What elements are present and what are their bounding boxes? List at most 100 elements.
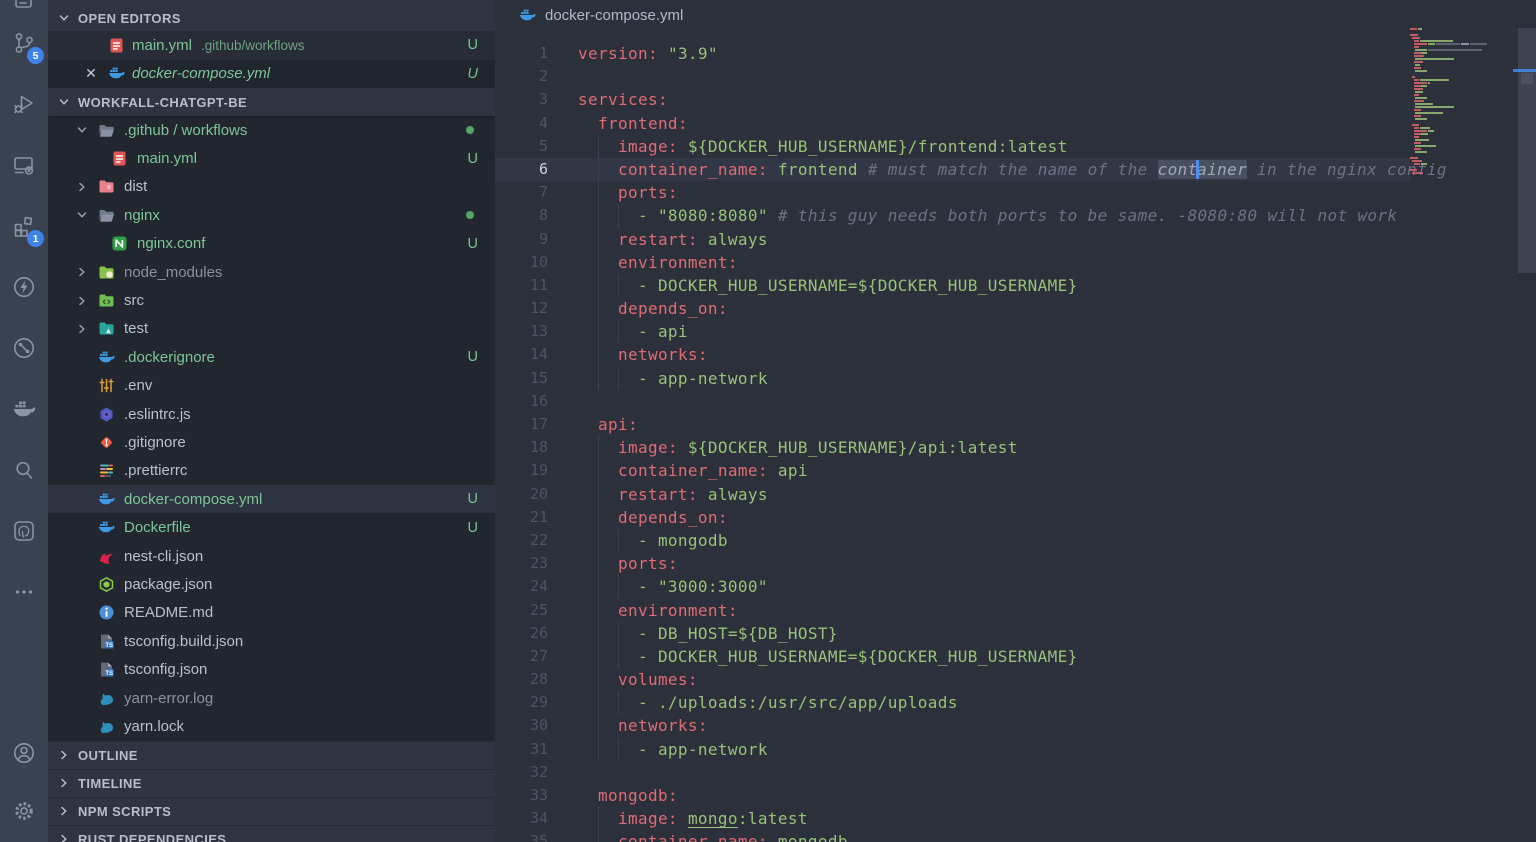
docker-icon — [98, 519, 115, 536]
scrollbar[interactable] — [1518, 0, 1536, 842]
code-line[interactable]: 12 depends_on: — [495, 297, 1536, 321]
git-graph-icon[interactable] — [0, 317, 48, 378]
tree-row-main-yml[interactable]: main.yml U — [48, 144, 495, 172]
code-line[interactable]: 10 environment: — [495, 250, 1536, 274]
code-line[interactable]: 2 — [495, 65, 1536, 88]
run-and-debug-icon[interactable] — [0, 73, 48, 134]
more-icon[interactable] — [0, 561, 48, 622]
tree-item-label: src — [124, 292, 144, 310]
code-line[interactable]: 11 - DOCKER_HUB_USERNAME=${DOCKER_HUB_US… — [495, 273, 1536, 298]
search-icon[interactable] — [0, 439, 48, 500]
code-line[interactable]: 14 networks: — [495, 343, 1536, 367]
code-line[interactable]: 17 api: — [495, 413, 1536, 436]
docker-icon — [519, 7, 536, 24]
code-line[interactable]: 23 ports: — [495, 552, 1536, 576]
code-line[interactable]: 3 services: — [495, 88, 1536, 111]
line-number: 19 — [529, 461, 548, 480]
code-line[interactable]: 8 - "8080:8080" # this guy needs both po… — [495, 204, 1536, 228]
open-editors-header[interactable]: OPEN EDITORS — [48, 5, 495, 31]
code-line[interactable]: 16 — [495, 390, 1536, 413]
accounts-icon[interactable] — [0, 724, 48, 782]
extensions-icon[interactable]: 1 — [0, 195, 48, 256]
code-line[interactable]: 28 volumes: — [495, 668, 1536, 692]
code-line[interactable]: 18 image: ${DOCKER_HUB_USERNAME}/api:lat… — [495, 436, 1536, 460]
tree-row-package-json[interactable]: package.json — [48, 570, 495, 598]
prettier-icon — [98, 462, 115, 479]
docker-icon — [108, 65, 125, 82]
code-line[interactable]: 6 container_name: frontend # must match … — [495, 157, 1447, 182]
section-rust-dependencies[interactable]: RUST DEPENDENCIES — [48, 824, 495, 842]
tree-row-tsconfig-json[interactable]: TS tsconfig.json — [48, 655, 495, 683]
tree-item-label: yarn.lock — [124, 717, 185, 735]
section-outline[interactable]: OUTLINE — [48, 740, 495, 769]
close-icon[interactable]: ✕ — [82, 65, 100, 83]
explorer-icon[interactable] — [0, 0, 48, 12]
editor-breadcrumb[interactable]: docker-compose.yml — [495, 0, 1536, 30]
open-editor-row[interactable]: ✕ docker-compose.yml U — [48, 59, 495, 88]
code-line[interactable]: 26 - DB_HOST=${DB_HOST} — [495, 621, 1536, 645]
code-line[interactable]: 9 restart: always — [495, 227, 1536, 251]
tree-row--github-workflows[interactable]: .github / workflows — [48, 116, 495, 144]
code-line[interactable]: 20 restart: always — [495, 482, 1536, 506]
remote-explorer-icon[interactable] — [0, 134, 48, 195]
tree-row-nginx[interactable]: nginx — [48, 201, 495, 229]
code-line[interactable]: 30 networks: — [495, 714, 1536, 738]
source-control-icon[interactable]: 5 — [0, 12, 48, 73]
tree-item-label: yarn-error.log — [124, 689, 214, 707]
code-line[interactable]: 22 - mongodb — [495, 528, 1536, 553]
tree-row-readme-md[interactable]: README.md — [48, 599, 495, 627]
code-line[interactable]: 5 image: ${DOCKER_HUB_USERNAME}/frontend… — [495, 134, 1536, 158]
scrollbar-thumb[interactable] — [1518, 28, 1536, 273]
settings-icon[interactable] — [0, 782, 48, 840]
tree-row--eslintrc-js[interactable]: .eslintrc.js — [48, 400, 495, 428]
row-right: U — [468, 491, 478, 507]
tree-row-yarn-error-log[interactable]: yarn-error.log — [48, 684, 495, 712]
modified-dot — [466, 126, 474, 135]
code-line[interactable]: 27 - DOCKER_HUB_USERNAME=${DOCKER_HUB_US… — [495, 644, 1536, 669]
scrollbar-grip[interactable] — [1521, 73, 1533, 84]
code-line[interactable]: 34 image: mongo:latest — [495, 807, 1536, 831]
tree-row-test[interactable]: test — [48, 315, 495, 343]
code-area[interactable]: 1 version: "3.9" 2 3 services: 4 frontend: 5 i… — [495, 30, 1536, 842]
code-line[interactable]: 31 - app-network — [495, 737, 1536, 761]
code-line[interactable]: 33 mongodb: — [495, 784, 1536, 807]
tree-row--prettierrc[interactable]: .prettierrc — [48, 457, 495, 485]
tree-row-nest-cli-json[interactable]: nest-cli.json — [48, 542, 495, 570]
vscode-window: 5 1 OPEN EDITORS main.yml .github/workflow… — [0, 0, 1536, 842]
tree-row--gitignore[interactable]: .gitignore — [48, 428, 495, 456]
tree-row-dist[interactable]: dist — [48, 173, 495, 201]
tree-row-node-modules[interactable]: node_modules — [48, 258, 495, 286]
code-line[interactable]: 1 version: "3.9" — [495, 42, 1536, 65]
code-text: - DOCKER_HUB_USERNAME=${DOCKER_HUB_USERN… — [578, 645, 1078, 668]
code-line[interactable]: 25 environment: — [495, 598, 1536, 622]
code-line[interactable]: 32 — [495, 761, 1536, 784]
code-line[interactable]: 19 container_name: api — [495, 459, 1536, 483]
code-token: api: — [578, 415, 638, 434]
thunder-client-icon[interactable] — [0, 256, 48, 317]
docker-icon[interactable] — [0, 378, 48, 439]
section-timeline[interactable]: TIMELINE — [48, 768, 495, 797]
postgres-icon[interactable] — [0, 500, 48, 561]
project-header[interactable]: WORKFALL-CHATGPT-BE — [48, 88, 495, 116]
tree-row--env[interactable]: .env — [48, 372, 495, 400]
code-line[interactable]: 24 - "3000:3000" — [495, 575, 1536, 599]
code-line[interactable]: 4 frontend: — [495, 112, 1536, 135]
open-editor-row[interactable]: main.yml .github/workflows U — [48, 31, 495, 60]
code-token: - DOCKER_HUB_USERNAME=${DOCKER_HUB_USERN… — [578, 646, 1078, 666]
code-line[interactable]: 15 - app-network — [495, 366, 1536, 390]
code-line[interactable]: 7 ports: — [495, 181, 1536, 205]
code-line[interactable]: 29 - ./uploads:/usr/src/app/uploads — [495, 691, 1536, 715]
tree-row-src[interactable]: src — [48, 286, 495, 314]
code-line[interactable]: 13 - api — [495, 320, 1536, 344]
tree-row--dockerignore[interactable]: .dockerignore U — [48, 343, 495, 371]
tree-row-tsconfig-build-json[interactable]: TS tsconfig.build.json — [48, 627, 495, 655]
code-token: - "8080:8080" — [578, 206, 778, 226]
tree-row-yarn-lock[interactable]: yarn.lock — [48, 712, 495, 740]
tree-row-nginx-conf[interactable]: nginx.conf U — [48, 230, 495, 258]
tree-row-docker-compose-yml[interactable]: docker-compose.yml U — [48, 485, 495, 514]
code-line[interactable]: 21 depends_on: — [495, 505, 1536, 529]
section-title: OUTLINE — [78, 747, 138, 763]
code-line[interactable]: 35 container_name: mongodb — [495, 830, 1536, 842]
section-npm-scripts[interactable]: NPM SCRIPTS — [48, 796, 495, 825]
tree-row-dockerfile[interactable]: Dockerfile U — [48, 513, 495, 541]
